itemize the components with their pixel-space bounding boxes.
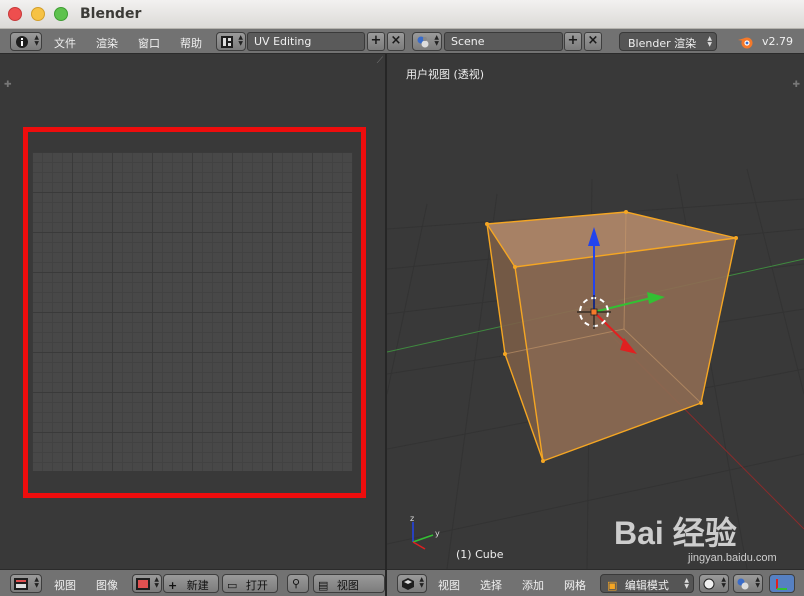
solid-shading-icon [703,578,715,590]
image-mode-label: 视图 [336,579,359,592]
pivot-icon [737,578,749,590]
orientation-axes-icon: z y [410,514,440,550]
remove-screen-button[interactable]: × [387,32,405,51]
cube-vertex [734,236,738,240]
interaction-mode-label: 编辑模式 [624,579,669,592]
title-bar: Blender [0,0,804,29]
minimize-window-button[interactable] [31,7,45,21]
baidu-watermark: Bai 经验 [614,515,737,551]
blender-logo-icon [738,37,753,49]
edit-mode-icon: ▣ [607,579,618,592]
manipulator-icon [776,579,787,590]
add-scene-button[interactable]: + [564,32,582,51]
scene-browse-button[interactable]: ▲ ▼ [412,32,442,51]
menu-help[interactable]: 帮助 [180,35,202,51]
layout-icon [221,36,233,48]
area-corner-handle[interactable]: ⟋ [377,56,383,66]
scene-field[interactable]: Scene [444,32,563,51]
plus-icon: + [168,579,178,592]
cube-icon [402,578,414,590]
image-mode-dropdown[interactable]: ▤ 视图 [313,574,385,593]
menu-file[interactable]: 文件 [54,35,76,51]
pivot-point-dropdown[interactable]: ▲ ▼ [733,574,763,593]
area-split-handle[interactable]: ✚ [4,80,12,90]
svg-text:y: y [435,529,440,538]
remove-scene-button[interactable]: × [584,32,602,51]
grid-line [446,193,498,569]
info-header: ▲ ▼ 文件 渲染 窗口 帮助 ▲ ▼ UV Editing + × ▲ ▼ Scen… [0,29,804,54]
cube-vertex [485,222,489,226]
interaction-mode-dropdown[interactable]: ▣ 编辑模式 ▲ ▼ [600,574,694,593]
image-browse-button[interactable]: ▲ ▼ [132,574,162,593]
version-label: v2.79 [762,35,794,48]
uv-image-editor[interactable]: ✚ ⟋ [0,54,385,569]
viewport-editor-type-button[interactable]: ▲ ▼ [397,574,427,593]
cube-vertex [513,265,517,269]
active-object-label: (1) Cube [456,548,504,561]
folder-icon: ▭ [227,579,238,592]
object-origin [590,308,598,316]
screen-layout-browse-button[interactable]: ▲ ▼ [216,32,246,51]
image-icon [136,578,150,590]
image-editor-header: ▲ ▼ 视图 图像 ▲ ▼ + 新建 ▭ 打开 ⚲ ▤ 视图 [0,569,385,596]
shading-dropdown[interactable]: ▲ ▼ [699,574,729,593]
window-title: Blender [80,6,142,22]
pin-image-button[interactable]: ⚲ [287,574,309,593]
menu-view[interactable]: 视图 [54,577,76,593]
info-icon [16,36,28,48]
menu-mesh[interactable]: 网格 [564,577,586,593]
image-editor-icon [14,578,28,590]
maximize-window-button[interactable] [54,7,68,21]
baidu-watermark-url: jingyan.baidu.com [688,552,777,564]
grid-line [387,453,804,545]
screen-layout-field[interactable]: UV Editing [247,32,365,51]
viewport-split-handle[interactable]: ✚ [792,80,800,90]
menu-viewport-view[interactable]: 视图 [438,577,460,593]
pin-icon: ⚲ [292,577,301,590]
open-image-label: 打开 [245,579,268,592]
editor-type-button[interactable]: ▲ ▼ [10,32,42,51]
highlight-rectangle [23,127,366,498]
cube-vertex [541,459,545,463]
cube-vertex [699,401,703,405]
close-window-button[interactable] [8,7,22,21]
viewport-scene: z y [387,168,804,569]
menu-add[interactable]: 添加 [522,577,544,593]
new-image-button[interactable]: + 新建 [163,574,219,593]
menu-image[interactable]: 图像 [96,577,118,593]
add-screen-button[interactable]: + [367,32,385,51]
menu-select[interactable]: 选择 [480,577,502,593]
render-engine-dropdown[interactable]: Blender 渲染 ▲ ▼ [619,32,717,51]
image-editor-type-button[interactable]: ▲ ▼ [10,574,42,593]
scene-icon [417,36,429,48]
svg-text:z: z [410,514,414,523]
cube-vertex [624,210,628,214]
cube-vertex [503,352,507,356]
menu-window[interactable]: 窗口 [138,35,160,51]
3d-viewport[interactable]: z y ✚ 用户视图 (透视) (1) Cube [387,54,804,569]
render-engine-label: Blender 渲染 [628,37,697,50]
view-mode-icon: ▤ [318,579,329,592]
menu-render[interactable]: 渲染 [96,35,118,51]
new-image-label: 新建 [186,579,209,592]
open-image-button[interactable]: ▭ 打开 [222,574,278,593]
viewport-view-label: 用户视图 (透视) [406,68,485,81]
grid-line [387,203,428,395]
viewport-header: ▲ ▼ 视图 选择 添加 网格 ▣ 编辑模式 ▲ ▼ ▲ ▼ ▲ ▼ [387,569,804,596]
grid-line [746,168,804,395]
manipulator-toggle[interactable] [769,574,795,593]
